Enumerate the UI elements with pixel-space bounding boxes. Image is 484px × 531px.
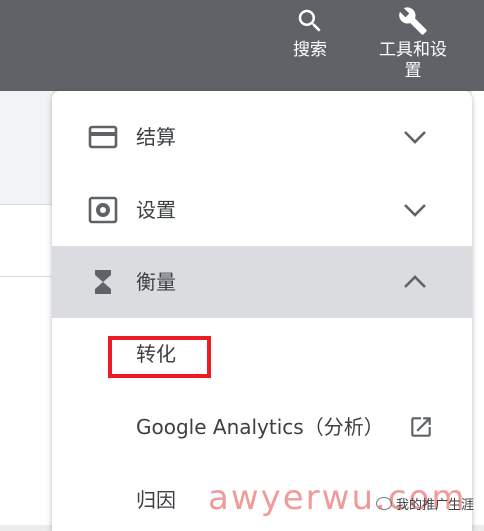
tools-label-line2: 置 — [404, 61, 422, 81]
background-header — [0, 91, 52, 204]
credit-card-icon — [88, 125, 118, 149]
menu-item-label: 衡量 — [136, 270, 176, 294]
menu-item-billing[interactable]: 结算 — [52, 101, 472, 173]
chevron-up-icon[interactable] — [402, 272, 428, 292]
wechat-icon — [376, 497, 392, 510]
menu-item-label: 设置 — [136, 198, 176, 222]
menu-item-label: 结算 — [136, 125, 176, 149]
chevron-down-icon[interactable] — [402, 200, 428, 220]
submenu-item-google-analytics[interactable]: Google Analytics（分析） — [136, 415, 384, 439]
wrench-icon — [399, 7, 427, 35]
top-toolbar: 搜索 工具和设 置 — [0, 0, 484, 91]
search-button[interactable]: 搜索 — [286, 6, 334, 61]
divider — [0, 204, 52, 205]
hourglass-icon — [95, 270, 111, 294]
background-page — [0, 91, 52, 525]
submenu-item-attribution[interactable]: 归因 — [136, 488, 176, 512]
menu-item-measurement[interactable]: 衡量 — [52, 246, 472, 318]
background-page-right — [472, 91, 484, 525]
tools-and-settings-button[interactable]: 工具和设 置 — [368, 6, 458, 82]
menu-item-settings[interactable]: 设置 — [52, 174, 472, 246]
chevron-down-icon[interactable] — [402, 127, 428, 147]
tools-label-line1: 工具和设 — [379, 40, 447, 60]
open-in-new-icon[interactable] — [408, 414, 434, 440]
wechat-watermark: 我的推广生涯 — [376, 494, 474, 513]
search-icon — [298, 9, 321, 32]
wechat-label: 我的推广生涯 — [396, 498, 475, 513]
tools-dropdown-menu: 结算 设置 衡量 转化 Google Analytics（分析） 归因 — [52, 91, 472, 531]
highlight-box — [108, 336, 211, 378]
settings-gear-icon — [88, 196, 118, 224]
divider — [0, 276, 52, 277]
search-label: 搜索 — [293, 40, 327, 60]
